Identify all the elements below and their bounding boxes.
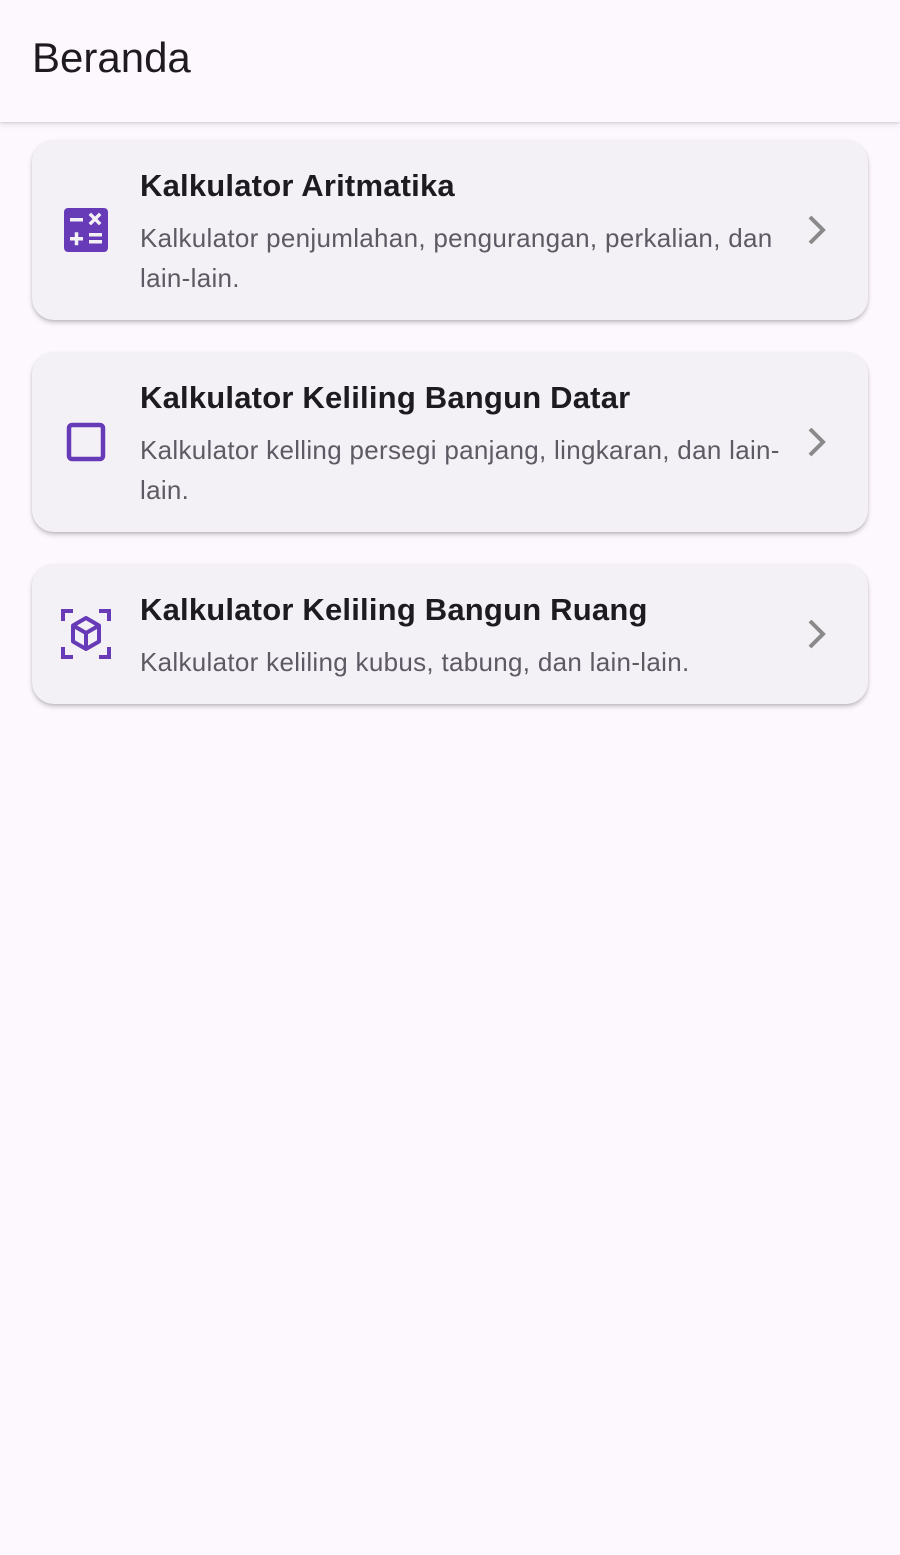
menu-item-text: Kalkulator Keliling Bangun Datar Kalkula… (140, 378, 780, 510)
chevron-right-icon (808, 619, 826, 649)
chevron-right-icon (808, 427, 826, 457)
menu-item-keliling-bangun-ruang[interactable]: Kalkulator Keliling Bangun Ruang Kalkula… (32, 564, 868, 704)
menu-item-text: Kalkulator Keliling Bangun Ruang Kalkula… (140, 590, 780, 682)
app-bar: Beranda (0, 0, 900, 122)
menu-item-kalkulator-aritmatika[interactable]: Kalkulator Aritmatika Kalkulator penjuml… (32, 140, 868, 320)
page-title: Beranda (32, 34, 191, 81)
menu-item-title: Kalkulator Keliling Bangun Ruang (140, 592, 648, 627)
menu-item-title: Kalkulator Keliling Bangun Datar (140, 380, 631, 415)
menu-item-subtitle: Kalkulator penjumlahan, pengurangan, per… (140, 223, 773, 293)
view-in-ar-icon (60, 608, 112, 660)
chevron-right-icon (808, 215, 826, 245)
menu-item-subtitle: Kalkulator keliling kubus, tabung, dan l… (140, 647, 690, 677)
calculate-icon (60, 204, 112, 256)
menu-item-subtitle: Kalkulator kelling persegi panjang, ling… (140, 435, 780, 505)
menu-item-keliling-bangun-datar[interactable]: Kalkulator Keliling Bangun Datar Kalkula… (32, 352, 868, 532)
menu-item-title: Kalkulator Aritmatika (140, 168, 455, 203)
menu-item-text: Kalkulator Aritmatika Kalkulator penjuml… (140, 166, 780, 298)
square-outline-icon (60, 416, 112, 468)
menu-list: Kalkulator Aritmatika Kalkulator penjuml… (32, 140, 868, 736)
